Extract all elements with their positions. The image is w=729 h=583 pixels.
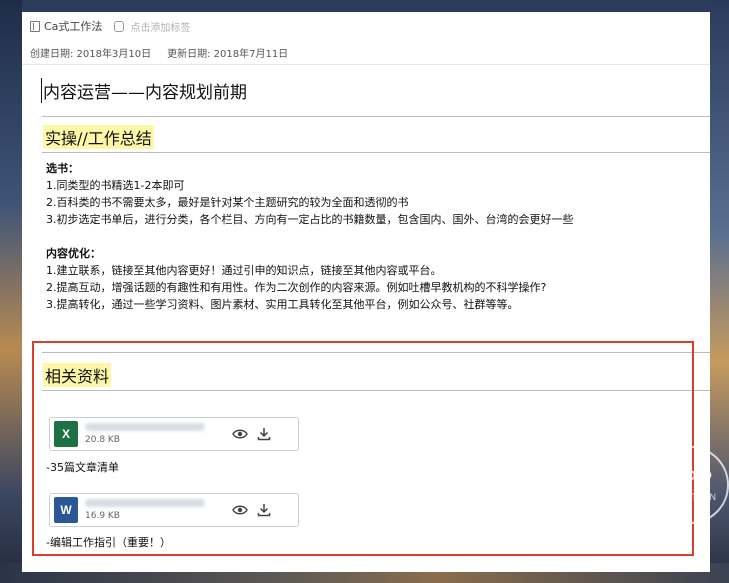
paragraph-book-selection: 选书： 1.同类型的书精选1-2本即可 2.百科类的书不需要太多，最好是针对某个… <box>46 160 574 228</box>
header-divider <box>22 64 710 65</box>
section-heading-work-summary: 实操//工作总结 <box>43 125 154 149</box>
updated-date: 更新日期: 2018年7月11日 <box>167 49 289 60</box>
add-tag-field[interactable]: 点击添加标签 <box>130 19 190 34</box>
block-title: 选书： <box>46 162 79 175</box>
paragraph-content-optimization: 内容优化： 1.建立联系，链接至其他内容更好！通过引申的知识点，链接至其他内容或… <box>46 245 546 313</box>
annotation-highlight-box <box>32 341 694 556</box>
tag-icon[interactable] <box>114 20 125 32</box>
list-item: 3.提高转化，通过一些学习资料、图片素材、实用工具转化至其他平台，例如公众号、社… <box>46 298 519 311</box>
note-dates: 创建日期: 2018年3月10日 更新日期: 2018年7月11日 <box>30 45 288 60</box>
block-title: 内容优化： <box>46 247 101 260</box>
list-item: 1.同类型的书精选1-2本即可 <box>46 179 185 192</box>
list-item: 2.提高互动，增强话题的有趣性和有用性。作为二次创作的内容来源。例如吐槽早教机构… <box>46 281 547 294</box>
watermark-line1: APP <box>666 466 714 491</box>
divider <box>42 152 710 153</box>
note-topbar: Ca式工作法 点击添加标签 <box>22 12 710 40</box>
note-title[interactable]: 内容运营——内容规划前期 <box>41 78 247 103</box>
desktop-background-left <box>0 0 22 583</box>
app-solution-watermark: APP SOLUTION <box>651 446 729 524</box>
notebook-icon <box>30 20 40 32</box>
notebook-name[interactable]: Ca式工作法 <box>44 18 102 34</box>
note-window: Ca式工作法 点击添加标签 创建日期: 2018年3月10日 更新日期: 201… <box>22 12 710 572</box>
created-date: 创建日期: 2018年3月10日 <box>30 49 152 60</box>
watermark-line2: SOLUTION <box>662 492 717 502</box>
list-item: 1.建立联系，链接至其他内容更好！通过引申的知识点，链接至其他内容或平台。 <box>46 264 442 277</box>
list-item: 3.初步选定书单后，进行分类，各个栏目、方向有一定占比的书籍数量，包含国内、国外… <box>46 213 574 226</box>
list-item: 2.百科类的书不需要太多，最好是针对某个主题研究的较为全面和透彻的书 <box>46 196 409 209</box>
divider <box>42 116 710 117</box>
